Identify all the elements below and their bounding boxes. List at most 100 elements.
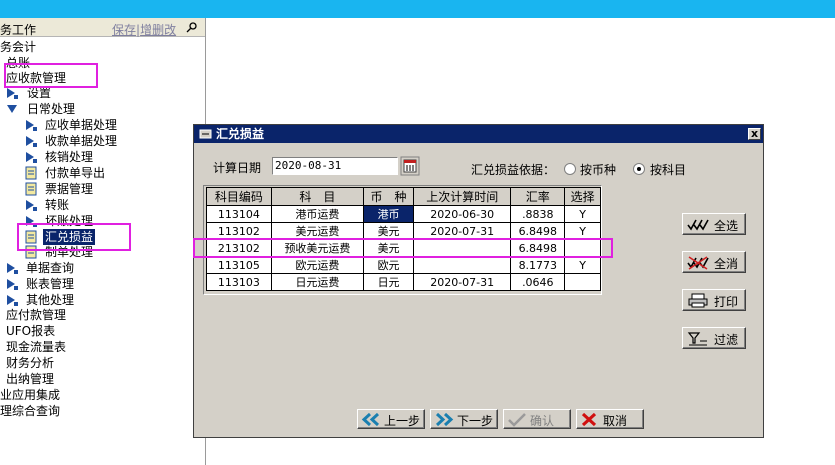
tree-item-label: 理综合查询 xyxy=(0,404,61,418)
panel-title: 务工作 xyxy=(0,23,37,37)
cell[interactable]: 2020-06-30 xyxy=(412,205,512,223)
collapse-arrow-icon[interactable] xyxy=(5,102,19,116)
cell[interactable]: 港币运费 xyxy=(270,205,365,223)
cell[interactable]: 113105 xyxy=(206,256,272,274)
expand-arrow-icon[interactable] xyxy=(24,150,38,164)
col-header-currency[interactable]: 币 种 xyxy=(363,187,414,206)
filter-label: 过滤 xyxy=(714,333,739,347)
cell[interactable]: 8.1773 xyxy=(510,256,566,274)
cell[interactable]: Y xyxy=(564,205,601,223)
cell-current[interactable]: 港币 xyxy=(363,205,414,223)
cell[interactable]: .8838 xyxy=(510,205,566,223)
panel-links: 保存|增删改 xyxy=(112,21,176,38)
close-button[interactable]: x xyxy=(748,128,761,140)
col-header-last-calc[interactable]: 上次计算时间 xyxy=(412,187,512,206)
clear-all-icon xyxy=(687,256,709,270)
basis-label: 汇兑损益依据： xyxy=(471,163,556,177)
tree-item-label: 出纳管理 xyxy=(6,372,55,386)
next-step-label: 下一步 xyxy=(457,414,494,428)
expand-arrow-icon[interactable] xyxy=(24,134,38,148)
table-header-row: 科目编码 科 目 币 种 上次计算时间 汇率 选择 xyxy=(206,187,601,206)
double-right-arrow-icon xyxy=(435,412,454,427)
save-link[interactable]: 保存 xyxy=(112,23,136,37)
tree-item-label: 日常处理 xyxy=(27,102,76,116)
radio-by-subject-label[interactable]: 按科目 xyxy=(650,161,686,178)
double-left-arrow-icon xyxy=(361,412,380,427)
cell[interactable]: 113102 xyxy=(206,222,272,240)
tree-item-label: 账表管理 xyxy=(26,277,75,291)
tree-item-label: 收款单据处理 xyxy=(45,134,118,148)
top-bar xyxy=(0,0,835,18)
cancel-x-icon xyxy=(581,412,597,427)
print-label: 打印 xyxy=(714,295,739,309)
document-icon xyxy=(25,182,37,196)
expand-arrow-icon[interactable] xyxy=(5,261,19,275)
tree-item-label: 票据管理 xyxy=(45,182,94,196)
prev-step-button[interactable]: 上一步 xyxy=(357,409,425,429)
cell[interactable]: 美元运费 xyxy=(270,222,365,240)
highlight-row-213102 xyxy=(193,238,613,258)
expand-arrow-icon[interactable] xyxy=(24,118,38,132)
date-field[interactable]: 2020-08-31 xyxy=(272,157,398,175)
cancel-button[interactable]: 取消 xyxy=(576,409,644,429)
dialog-titlebar: 汇兑损益 x xyxy=(194,125,763,143)
next-step-button[interactable]: 下一步 xyxy=(430,409,498,429)
dialog-title: 汇兑损益 xyxy=(216,127,265,141)
tree-item-label: 核销处理 xyxy=(45,150,94,164)
radio-by-currency-label[interactable]: 按币种 xyxy=(580,161,616,178)
cell[interactable]: Y xyxy=(564,256,601,274)
confirm-button[interactable]: 确认 xyxy=(503,409,571,429)
tree-item-label: 其他处理 xyxy=(26,293,75,307)
expand-arrow-icon[interactable] xyxy=(5,277,19,291)
printer-icon xyxy=(688,293,708,308)
select-all-button[interactable]: 全选 xyxy=(682,213,746,235)
radio-by-subject[interactable] xyxy=(633,163,645,175)
cell[interactable]: 113104 xyxy=(206,205,272,223)
cell[interactable]: 2020-07-31 xyxy=(412,222,512,240)
expand-arrow-icon[interactable] xyxy=(5,293,19,307)
cell[interactable]: 美元 xyxy=(363,222,414,240)
tree-item-label: 业应用集成 xyxy=(0,388,61,402)
col-header-code[interactable]: 科目编码 xyxy=(206,187,272,206)
cell[interactable]: 6.8498 xyxy=(510,222,566,240)
cell[interactable]: 日元运费 xyxy=(270,273,365,291)
cell[interactable]: 欧元 xyxy=(363,256,414,274)
col-header-subject[interactable]: 科 目 xyxy=(270,187,365,206)
clear-all-button[interactable]: 全消 xyxy=(682,251,746,273)
cell[interactable] xyxy=(564,273,601,291)
table-row[interactable]: 113103 日元运费 日元 2020-07-31 .0646 xyxy=(206,273,601,291)
tree-item-label: 现金流量表 xyxy=(6,340,67,354)
col-header-select[interactable]: 选择 xyxy=(564,187,601,206)
document-icon xyxy=(25,166,37,180)
cell[interactable]: 2020-07-31 xyxy=(412,273,512,291)
fx-gain-loss-dialog: 汇兑损益 x 计算日期 2020-08-31 汇兑损益依据： 按币种 按科目 科… xyxy=(193,124,764,438)
tree-item-label: 财务分析 xyxy=(6,356,55,370)
edit-link[interactable]: 增删改 xyxy=(140,23,176,37)
print-button[interactable]: 打印 xyxy=(682,289,746,311)
highlight-receivables xyxy=(4,63,98,88)
pin-icon[interactable] xyxy=(186,22,198,33)
expand-arrow-icon[interactable] xyxy=(5,86,19,100)
cell[interactable] xyxy=(412,256,512,274)
table-row[interactable]: 113105 欧元运费 欧元 8.1773 Y xyxy=(206,256,601,274)
radio-by-currency[interactable] xyxy=(564,163,576,175)
calendar-icon[interactable] xyxy=(400,156,420,176)
clear-all-label: 全消 xyxy=(714,257,739,271)
prev-step-label: 上一步 xyxy=(384,414,421,428)
table-row[interactable]: 113104 港币运费 港币 2020-06-30 .8838 Y xyxy=(206,205,601,223)
confirm-label: 确认 xyxy=(530,414,555,428)
cell[interactable]: 113103 xyxy=(206,273,272,291)
app-icon xyxy=(199,129,212,139)
check-icon xyxy=(508,413,526,427)
filter-button[interactable]: 过滤 xyxy=(682,327,746,349)
tree-item-label: 单据查询 xyxy=(26,261,75,275)
tree-item-label: 转账 xyxy=(45,198,70,212)
expand-arrow-icon[interactable] xyxy=(24,198,38,212)
cell[interactable]: .0646 xyxy=(510,273,566,291)
cell[interactable]: 日元 xyxy=(363,273,414,291)
table-row[interactable]: 113102 美元运费 美元 2020-07-31 6.8498 Y xyxy=(206,222,601,240)
tree-item-label: 应收单据处理 xyxy=(45,118,118,132)
cell[interactable]: 欧元运费 xyxy=(270,256,365,274)
cell[interactable]: Y xyxy=(564,222,601,240)
col-header-rate[interactable]: 汇率 xyxy=(510,187,566,206)
